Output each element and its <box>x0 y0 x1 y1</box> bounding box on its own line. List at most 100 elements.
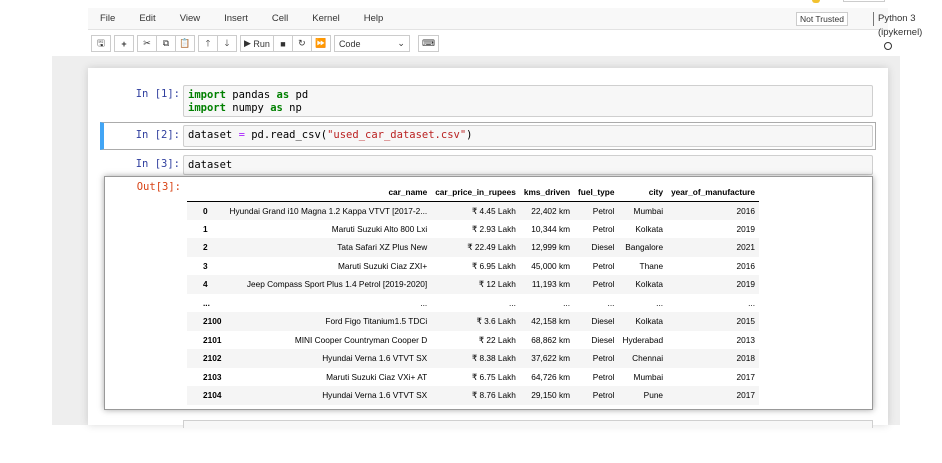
play-icon: ▶ <box>244 38 254 48</box>
table-header: car_name car_price_in_rupees kms_driven fue… <box>187 183 759 202</box>
table-cell: 2019 <box>667 275 759 294</box>
table-row: 1 Maruti Suzuki Alto 800 Lxi ₹ 2.93 Lakh 10… <box>187 220 759 239</box>
table-cell: Petrol <box>574 349 619 368</box>
menu-cell[interactable]: Cell <box>260 13 300 24</box>
table-cell: ₹ 6.95 Lakh <box>471 260 516 271</box>
table-row: ..................... <box>187 294 759 313</box>
table-cell: Diesel <box>574 312 619 331</box>
cell-type-value: Code <box>338 38 361 49</box>
table-cell: Maruti Suzuki Ciaz VXi+ AT <box>326 371 428 382</box>
table-cell: 2016 <box>667 201 759 220</box>
move-up-icon[interactable]: 🡑 <box>198 35 218 52</box>
table-cell: 42,158 km <box>519 312 575 331</box>
table-cell: Petrol <box>574 386 619 405</box>
run-button[interactable]: ▶ Run <box>240 35 274 52</box>
copy-icon[interactable]: ⧉ <box>156 35 176 52</box>
table-cell: MINI Cooper Countryman Cooper D <box>294 334 428 345</box>
add-cell-icon[interactable]: + <box>114 35 134 52</box>
code-token: "used_car_dataset.csv" <box>327 129 467 141</box>
row-index: 2101 <box>203 334 222 345</box>
row-index: 0 <box>187 201 226 220</box>
move-down-icon[interactable]: 🡓 <box>217 35 237 52</box>
table-cell: 64,726 km <box>531 371 571 382</box>
table-cell: ... <box>508 297 516 308</box>
table-cell: 22,402 km <box>519 201 575 220</box>
menu-view[interactable]: View <box>168 13 212 24</box>
table-cell: 2013 <box>736 334 755 345</box>
stop-icon[interactable]: ■ <box>272 35 293 52</box>
cell-2-input[interactable]: dataset = pd.read_csv("used_car_dataset.… <box>183 125 873 147</box>
cell-1-input[interactable]: import pandas as pd import numpy as np <box>183 85 873 117</box>
table-cell: 12,999 km <box>519 238 575 257</box>
column-header: car_name <box>225 183 432 202</box>
paste-icon[interactable]: 📋 <box>175 35 195 52</box>
column-header: fuel_type <box>574 183 619 202</box>
row-index: ... <box>203 297 210 308</box>
not-trusted-button[interactable]: Not Trusted <box>796 12 848 26</box>
table-cell: ₹ 2.93 Lakh <box>471 223 516 234</box>
code-token: ) <box>466 129 473 141</box>
code-token: as <box>270 102 283 114</box>
table-cell: 2016 <box>736 260 755 271</box>
menu-file[interactable]: File <box>88 13 127 24</box>
table-cell: 29,150 km <box>519 386 575 405</box>
table-cell: Maruti Suzuki Alto 800 Lxi <box>331 223 428 234</box>
table-row: 2104 Hyundai Verna 1.6 VTVT SX ₹ 8.76 Lakh… <box>187 386 759 405</box>
table-cell: Diesel <box>574 238 619 257</box>
save-icon[interactable]: 🖫 <box>91 35 111 52</box>
table-cell: 2017 <box>736 371 755 382</box>
table-cell: Ford Figo Titanium1.5 TDCi <box>225 312 432 331</box>
cell-3-input[interactable]: dataset <box>183 155 873 175</box>
table-cell: Tata Safari XZ Plus New <box>225 238 432 257</box>
table-cell: Petrol <box>592 260 615 271</box>
table-cell: Pune <box>618 386 668 405</box>
menu-help[interactable]: Help <box>352 13 396 24</box>
table-cell: ₹ 3.6 Lakh <box>431 312 520 331</box>
table-row: 0 Hyundai Grand i10 Magna 1.2 Kappa VTVT … <box>187 201 759 220</box>
cut-icon[interactable]: ✂ <box>137 35 157 52</box>
header-button[interactable] <box>843 0 885 2</box>
column-header: year_of_manufacture <box>667 183 759 202</box>
menu-insert[interactable]: Insert <box>212 13 260 24</box>
table-cell: Mumbai <box>618 201 668 220</box>
table-cell: Petrol <box>574 201 619 220</box>
row-index: 2103 <box>203 371 222 382</box>
table-row: 3 Maruti Suzuki Ciaz ZXI+ ₹ 6.95 Lakh 45,00… <box>187 257 759 276</box>
table-cell: Hyderabad <box>622 334 664 345</box>
table-cell: 2015 <box>667 312 759 331</box>
cell-1-prompt: In [1]: <box>135 88 180 100</box>
table-cell: Petrol <box>592 223 615 234</box>
column-header: kms_driven <box>519 183 575 202</box>
table-cell: ... <box>748 297 755 308</box>
table-cell: 2017 <box>667 386 759 405</box>
table-cell: 2019 <box>736 223 755 234</box>
code-token: import <box>188 102 226 114</box>
table-cell: ... <box>563 297 571 308</box>
table-cell: Jeep Compass Sport Plus 1.4 Petrol [2019… <box>225 275 432 294</box>
out-prompt: Out[3]: <box>136 181 181 193</box>
table-cell: Thane <box>639 260 664 271</box>
menu-kernel[interactable]: Kernel <box>300 13 351 24</box>
cell-type-select[interactable]: Code ⌄ <box>333 35 410 52</box>
table-cell: Kolkata <box>618 312 668 331</box>
table-cell: 2018 <box>667 349 759 368</box>
table-cell: ₹ 22.49 Lakh <box>431 238 520 257</box>
keyboard-icon[interactable]: ⌨ <box>417 35 439 52</box>
menu-edit[interactable]: Edit <box>127 13 167 24</box>
table-cell: Kolkata <box>618 275 668 294</box>
code-token: as <box>276 89 290 101</box>
table-row: 2103 Maruti Suzuki Ciaz VXi+ AT ₹ 6.75 Lak… <box>187 368 759 387</box>
table-cell: Hyundai Grand i10 Magna 1.2 Kappa VTVT [… <box>225 201 432 220</box>
toolbar: 🖫 + ✂ ⧉ 📋 🡑 🡓 ▶ Run ■ ↻ ⏩ Code ⌄ ⌨ <box>88 33 888 54</box>
empty-cell[interactable] <box>183 420 873 428</box>
row-index: 2104 <box>187 386 226 405</box>
notification-dot <box>812 0 820 3</box>
column-header: car_price_in_rupees <box>431 183 520 202</box>
run-label: Run <box>253 38 270 49</box>
menubar: File Edit View Insert Cell Kernel Help N… <box>88 8 922 50</box>
table-cell: Hyundai Verna 1.6 VTVT SX <box>225 349 432 368</box>
table-cell: ₹ 8.38 Lakh <box>431 349 520 368</box>
fast-forward-icon[interactable]: ⏩ <box>310 35 331 52</box>
notebook-container: In [1]: import pandas as pd import numpy… <box>88 68 888 428</box>
restart-icon[interactable]: ↻ <box>291 35 312 52</box>
